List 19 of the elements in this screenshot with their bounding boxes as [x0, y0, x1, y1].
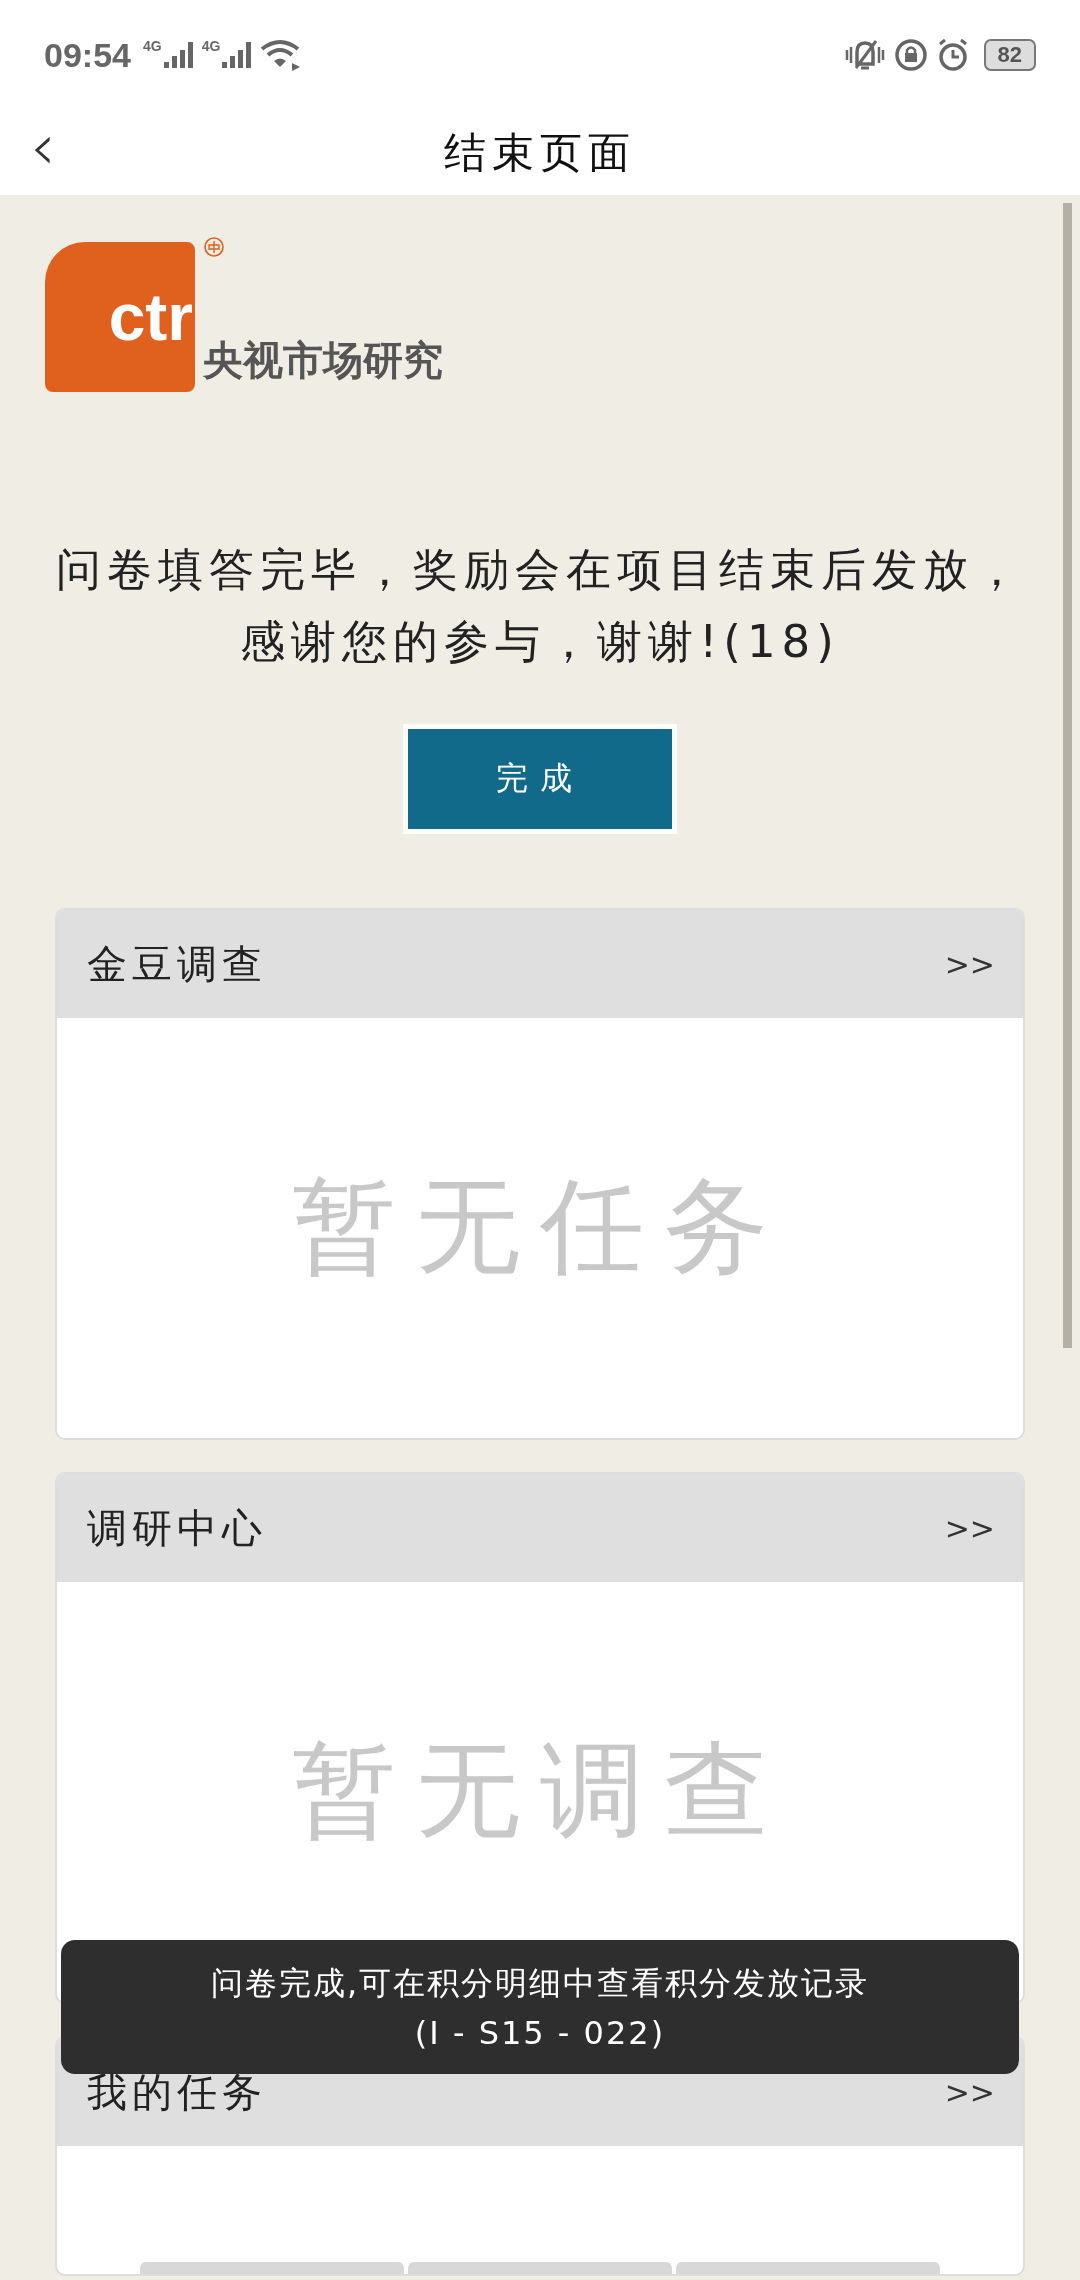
network-label: 4G: [201, 38, 221, 54]
more-link[interactable]: >>: [944, 946, 995, 982]
card-title: 调研中心: [87, 1503, 267, 1553]
card-title: 金豆调查: [87, 939, 267, 989]
card-header[interactable]: 调研中心 >>: [57, 1474, 1023, 1582]
network-label: 4G: [142, 38, 162, 54]
more-link[interactable]: >>: [944, 2074, 995, 2110]
done-button[interactable]: 完成: [403, 724, 677, 834]
logo-name: 央视市场研究: [203, 336, 443, 385]
more-link[interactable]: >>: [944, 1510, 995, 1546]
back-button[interactable]: ‹: [30, 112, 56, 182]
card-title: 我的任务: [87, 2067, 267, 2117]
page-title: 结束页面: [444, 126, 636, 179]
completion-message: 问卷填答完毕，奖励会在项目结束后发放，感谢您的参与，谢谢!(18): [54, 542, 1026, 670]
battery-indicator: 82: [983, 39, 1036, 71]
status-time: 09:54: [44, 35, 131, 75]
toast-message: 问卷完成,可在积分明细中查看积分发放记录: [210, 1963, 870, 2004]
logo-mark: ctr: [45, 242, 195, 392]
card-header[interactable]: 金豆调查 >>: [57, 910, 1023, 1018]
